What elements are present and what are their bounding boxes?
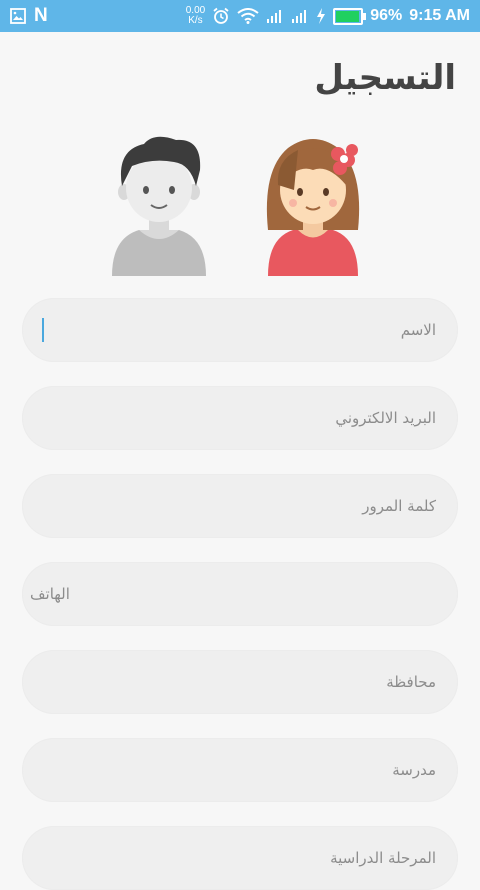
email-field[interactable]: البريد الالكتروني [22,386,458,450]
gallery-icon [10,8,26,24]
password-placeholder: كلمة المرور [362,497,436,515]
status-left: N [10,0,48,32]
name-placeholder: الاسم [400,321,436,339]
battery-percent: 96% [370,7,403,24]
girl-avatar-icon [266,139,360,276]
notification-n-icon: N [34,5,48,26]
girl-avatar-option[interactable] [258,130,368,280]
network-speed: 0.00 K/s [186,6,205,26]
status-bar: N 0.00 K/s 96% 9:15 AM [0,0,480,32]
charging-icon [317,8,326,24]
password-field[interactable]: كلمة المرور [22,474,458,538]
name-field[interactable]: الاسم [22,298,458,362]
governorate-field[interactable]: محافظة [22,650,458,714]
email-placeholder: البريد الالكتروني [335,409,436,427]
signal-icon-1 [267,10,282,23]
battery-icon [333,7,367,25]
network-speed-unit: K/s [188,15,203,26]
status-right: 0.00 K/s 96% 9:15 AM [186,0,470,32]
study-stage-field[interactable]: المرحلة الدراسية [22,826,458,890]
study-stage-placeholder: المرحلة الدراسية [330,849,436,867]
governorate-placeholder: محافظة [386,673,436,691]
alarm-icon [213,7,229,24]
phone-placeholder: الهاتف [30,585,70,603]
battery-fill [336,10,360,22]
signal-icon-2 [292,10,307,23]
page-title: التسجيل [314,58,456,98]
school-field[interactable]: مدرسة [22,738,458,802]
wifi-icon [237,8,259,24]
clock: 9:15 AM [409,7,470,24]
phone-field[interactable]: الهاتف [22,562,458,626]
boy-avatar-option[interactable] [104,130,214,280]
boy-avatar-icon [112,136,206,276]
school-placeholder: مدرسة [392,761,436,779]
text-cursor [42,318,44,342]
